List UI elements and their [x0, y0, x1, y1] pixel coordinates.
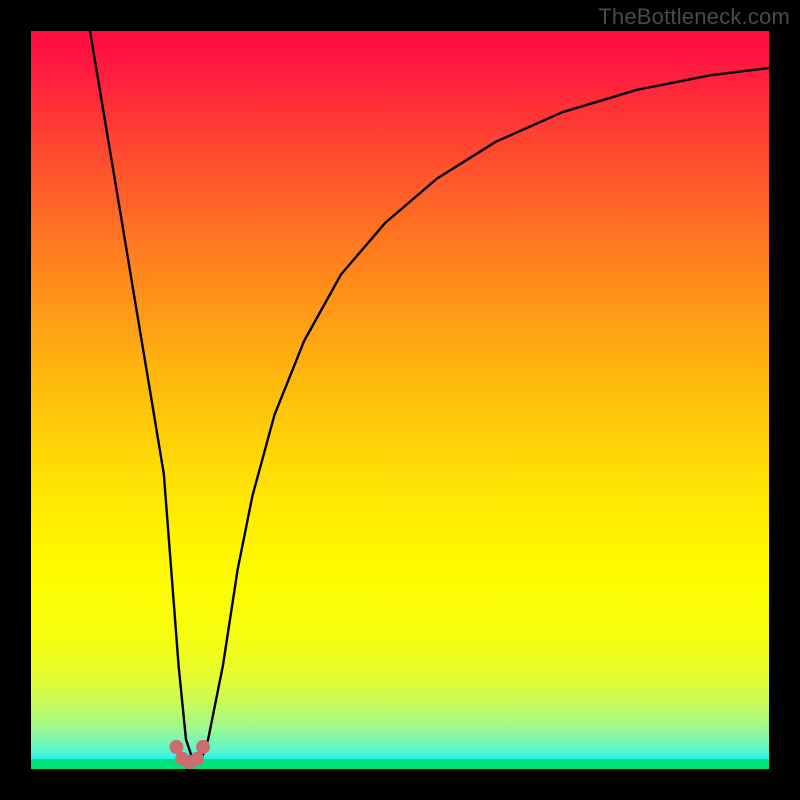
watermark-text: TheBottleneck.com — [598, 4, 790, 30]
curve-svg — [31, 31, 769, 769]
marker-dot — [196, 740, 210, 754]
plot-area — [31, 31, 769, 769]
bottleneck-curve — [90, 31, 769, 762]
chart-frame: TheBottleneck.com — [0, 0, 800, 800]
